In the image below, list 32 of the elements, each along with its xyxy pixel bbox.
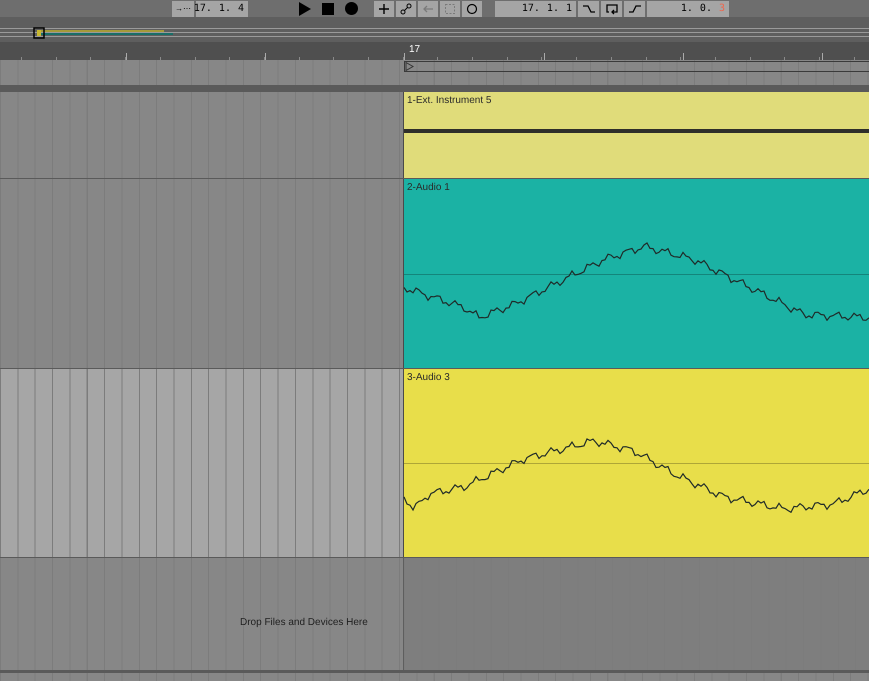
add-button[interactable] bbox=[374, 0, 394, 16]
stop-icon[interactable] bbox=[322, 2, 334, 14]
dashed-square-icon bbox=[444, 2, 456, 14]
loop-start-display[interactable]: 17. 1. 1 bbox=[495, 0, 576, 16]
punch-out-icon bbox=[628, 2, 640, 14]
add-icon bbox=[378, 2, 390, 14]
clip-name: 3-Audio 3 bbox=[407, 373, 450, 383]
clip[interactable]: 3-Audio 3 bbox=[404, 369, 869, 557]
follow-button[interactable]: →⋯ bbox=[172, 0, 194, 16]
nodes-icon bbox=[400, 2, 412, 14]
punch-in-button[interactable] bbox=[578, 0, 599, 16]
record-icon[interactable] bbox=[345, 2, 358, 15]
loop-brace[interactable] bbox=[404, 61, 869, 72]
clip[interactable]: 1-Ext. Instrument 5 bbox=[404, 92, 869, 178]
automation-button[interactable] bbox=[396, 0, 416, 16]
circle-icon bbox=[466, 2, 478, 14]
punch-out-button[interactable] bbox=[624, 0, 645, 16]
master-track-lane[interactable] bbox=[0, 673, 869, 681]
clip-name: 2-Audio 1 bbox=[407, 183, 450, 193]
position-display[interactable]: 17. 1. 4 bbox=[196, 0, 248, 16]
circle-button[interactable] bbox=[462, 0, 482, 16]
punch-in-icon bbox=[582, 2, 594, 14]
arrow-left-icon bbox=[422, 2, 434, 14]
triangle-icon bbox=[405, 62, 414, 71]
play-icon[interactable] bbox=[298, 2, 311, 16]
loop-length-display[interactable]: 1. 0. 3 bbox=[647, 0, 729, 16]
bar-number: 17 bbox=[409, 45, 420, 55]
loop-button[interactable] bbox=[601, 0, 622, 16]
drop-hint: Drop Files and Devices Here bbox=[240, 617, 368, 628]
clip[interactable]: 2-Audio 1 bbox=[404, 179, 869, 368]
clip-name: 1-Ext. Instrument 5 bbox=[407, 96, 492, 106]
loop-icon bbox=[606, 2, 618, 14]
